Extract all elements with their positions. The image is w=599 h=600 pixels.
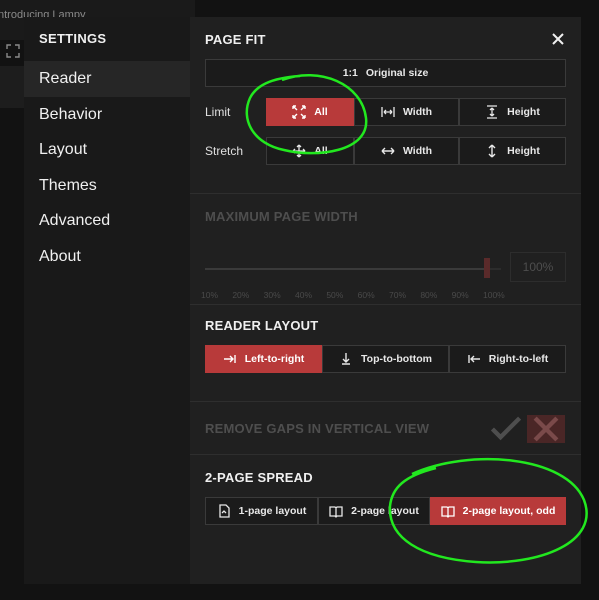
- max-width-tick: 70%: [389, 290, 407, 300]
- spread-1-page-label: 1-page layout: [238, 505, 307, 517]
- limit-all-label: All: [314, 106, 328, 118]
- max-width-tick: 30%: [263, 290, 281, 300]
- spread-2-page-label: 2-page layout: [351, 505, 419, 517]
- divider: [190, 454, 581, 455]
- layout-right-to-left-label: Right-to-left: [488, 353, 549, 365]
- sidebar-item-advanced[interactable]: Advanced: [24, 203, 190, 239]
- spread-title: 2-PAGE SPREAD: [205, 470, 313, 485]
- move-arrows-icon: [292, 144, 306, 158]
- sidebar-item-behavior[interactable]: Behavior: [24, 97, 190, 133]
- close-icon: [533, 416, 559, 442]
- max-width-tick: 100%: [483, 290, 505, 300]
- arrow-right-bar-icon: [223, 355, 236, 363]
- sidebar-item-layout[interactable]: Layout: [24, 132, 190, 168]
- max-width-tick: 10%: [201, 290, 219, 300]
- limit-height-label: Height: [507, 106, 540, 118]
- close-icon[interactable]: [550, 31, 566, 47]
- stretch-height-button[interactable]: Height: [459, 137, 566, 165]
- spread-2-page-button[interactable]: 2-page layout: [318, 497, 430, 525]
- sidebar-item-reader[interactable]: Reader: [24, 61, 190, 97]
- max-width-value[interactable]: 100%: [510, 252, 566, 282]
- page-icon: [219, 504, 230, 518]
- stretch-all-label: All: [314, 145, 328, 157]
- vertical-arrows-icon: [488, 144, 496, 158]
- settings-title: SETTINGS: [39, 31, 107, 46]
- max-width-tick: 40%: [295, 290, 313, 300]
- background-list-item: [0, 66, 24, 108]
- max-width-slider-fill: [205, 268, 487, 270]
- remove-gaps-on-button[interactable]: [487, 415, 525, 443]
- sidebar-item-themes[interactable]: Themes: [24, 168, 190, 204]
- settings-panel: PAGE FIT 1:1 Original size Limit All Wid…: [190, 17, 581, 584]
- max-width-tick: 90%: [451, 290, 469, 300]
- layout-left-to-right-button[interactable]: Left-to-right: [205, 345, 322, 373]
- original-size-label: Original size: [365, 67, 429, 79]
- original-size-prefix: 1:1: [342, 67, 358, 79]
- limit-width-button[interactable]: Width: [354, 98, 459, 126]
- max-width-tick: 50%: [326, 290, 344, 300]
- spread-2-page-odd-button[interactable]: 2-page layout, odd: [430, 497, 566, 525]
- settings-sidebar: SETTINGS Reader Behavior Layout Themes A…: [24, 17, 190, 584]
- layout-top-to-bottom-label: Top-to-bottom: [361, 353, 432, 365]
- layout-right-to-left-button[interactable]: Right-to-left: [449, 345, 566, 373]
- arrow-down-bar-icon: [342, 353, 351, 365]
- spread-2-page-odd-label: 2-page layout, odd: [462, 505, 556, 517]
- limit-height-button[interactable]: Height: [459, 98, 566, 126]
- max-width-tick: 60%: [357, 290, 375, 300]
- max-width-slider-thumb[interactable]: [484, 258, 490, 278]
- limit-width-label: Width: [402, 106, 433, 118]
- limit-label: Limit: [205, 105, 231, 119]
- remove-gaps-title: REMOVE GAPS IN VERTICAL VIEW: [205, 421, 430, 436]
- horizontal-arrows-icon: [381, 147, 395, 155]
- open-book-icon: [329, 506, 343, 518]
- page-fit-title: PAGE FIT: [205, 32, 266, 47]
- stretch-width-button[interactable]: Width: [354, 137, 459, 165]
- layout-top-to-bottom-button[interactable]: Top-to-bottom: [322, 345, 449, 373]
- stretch-all-button[interactable]: All: [266, 137, 354, 165]
- sidebar-item-about[interactable]: About: [24, 239, 190, 275]
- max-width-title: MAXIMUM PAGE WIDTH: [205, 209, 358, 224]
- divider: [190, 193, 581, 194]
- divider: [190, 304, 581, 305]
- reader-layout-title: READER LAYOUT: [205, 318, 319, 333]
- fit-all-icon: [292, 105, 306, 119]
- expand-icon[interactable]: [6, 44, 20, 58]
- layout-left-to-right-label: Left-to-right: [244, 353, 305, 365]
- stretch-width-label: Width: [402, 145, 433, 157]
- fit-width-icon: [381, 107, 395, 117]
- remove-gaps-off-button[interactable]: [527, 415, 565, 443]
- stretch-label: Stretch: [205, 144, 244, 158]
- max-width-tick: 80%: [420, 290, 438, 300]
- fit-height-icon: [487, 105, 498, 119]
- settings-modal: SETTINGS Reader Behavior Layout Themes A…: [24, 17, 581, 584]
- spread-1-page-button[interactable]: 1-page layout: [205, 497, 318, 525]
- arrow-left-bar-icon: [468, 355, 480, 363]
- divider: [190, 401, 581, 402]
- stretch-height-label: Height: [507, 145, 540, 157]
- max-width-tick: 20%: [232, 290, 250, 300]
- check-icon: [490, 416, 522, 441]
- open-book-icon: [440, 506, 455, 518]
- limit-all-button[interactable]: All: [266, 98, 354, 126]
- original-size-button[interactable]: 1:1 Original size: [205, 59, 566, 87]
